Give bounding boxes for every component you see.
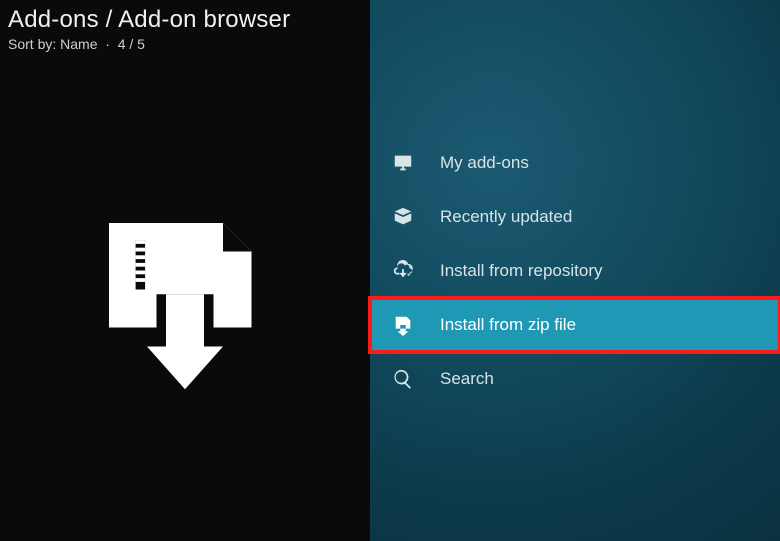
menu-list: My add-ons Recently updated Install from…: [370, 136, 780, 406]
open-box-icon: [392, 206, 422, 228]
list-position: 4 / 5: [118, 36, 145, 52]
menu-item-label: Recently updated: [440, 207, 572, 227]
sort-info: Sort by: Name · 4 / 5: [8, 36, 360, 52]
dot-separator: ·: [101, 36, 117, 52]
right-panel: My add-ons Recently updated Install from…: [370, 0, 780, 541]
menu-item-recently-updated[interactable]: Recently updated: [370, 190, 780, 244]
menu-item-label: My add-ons: [440, 153, 529, 173]
sort-label: Sort by: Name: [8, 36, 97, 52]
cloud-download-icon: [392, 260, 422, 282]
monitor-icon: [392, 152, 422, 174]
zip-file-download-icon: [90, 204, 280, 394]
page-title: Add-ons / Add-on browser: [8, 6, 360, 34]
menu-item-label: Install from zip file: [440, 315, 576, 335]
menu-item-label: Search: [440, 369, 494, 389]
menu-item-install-repository[interactable]: Install from repository: [370, 244, 780, 298]
zip-download-icon: [392, 314, 422, 336]
menu-item-install-zip[interactable]: Install from zip file: [370, 298, 780, 352]
search-icon: [392, 368, 422, 390]
menu-item-label: Install from repository: [440, 261, 603, 281]
menu-item-search[interactable]: Search: [370, 352, 780, 406]
header: Add-ons / Add-on browser Sort by: Name ·…: [0, 0, 370, 56]
preview-area: [0, 56, 370, 541]
left-panel: Add-ons / Add-on browser Sort by: Name ·…: [0, 0, 370, 541]
menu-item-my-addons[interactable]: My add-ons: [370, 136, 780, 190]
